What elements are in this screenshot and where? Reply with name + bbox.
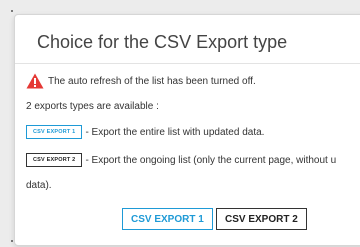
option1-row: CSV EXPORT 1 - Export the entire list wi… <box>26 125 264 139</box>
option2-row: CSV EXPORT 2 - Export the ongoing list (… <box>26 153 336 167</box>
csv-export-1-button[interactable]: CSV EXPORT 1 <box>122 208 213 230</box>
dialog-title: Choice for the CSV Export type <box>37 32 288 52</box>
csv-export-1-badge: CSV EXPORT 1 <box>26 125 83 139</box>
option2-continuation: data). <box>26 180 52 191</box>
option2-description: - Export the ongoing list (only the curr… <box>85 154 337 166</box>
dot-marker <box>11 240 13 242</box>
warning-text: The auto refresh of the list has been tu… <box>48 75 256 87</box>
types-available-row: 2 exports types are available : <box>26 101 159 112</box>
warning-triangle-icon <box>26 73 44 89</box>
option1-description: - Export the entire list with updated da… <box>85 126 265 138</box>
option2-continuation-row: data). <box>26 180 52 191</box>
warning-row: The auto refresh of the list has been tu… <box>26 73 256 89</box>
csv-export-2-button[interactable]: CSV EXPORT 2 <box>216 208 307 230</box>
dialog-header: Choice for the CSV Export type <box>15 15 360 64</box>
types-available-text: 2 exports types are available : <box>26 101 159 112</box>
csv-export-2-badge: CSV EXPORT 2 <box>26 153 83 167</box>
dot-marker <box>11 10 13 12</box>
